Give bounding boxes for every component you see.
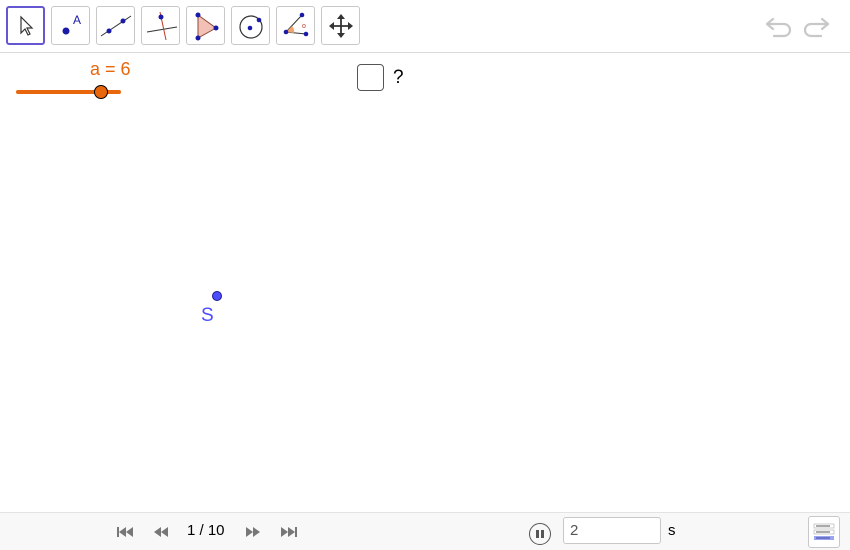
move-tool-button[interactable] — [6, 6, 45, 45]
last-page-button[interactable] — [279, 525, 299, 539]
polygon-tool-button[interactable] — [186, 6, 225, 45]
point-tool-button[interactable]: A — [51, 6, 90, 45]
circle-icon — [238, 14, 263, 39]
slider-knob[interactable] — [94, 85, 108, 99]
algebra-view-button[interactable] — [808, 516, 840, 548]
redo-icon — [803, 17, 830, 38]
time-unit-label: s — [668, 522, 676, 539]
graphics-view[interactable]: a = 6 ? S — [0, 53, 850, 512]
undo-icon — [765, 17, 792, 38]
point-s-label: S — [201, 305, 214, 326]
undo-button[interactable] — [763, 12, 795, 40]
next-page-icon — [246, 527, 260, 537]
next-page-button[interactable] — [243, 525, 263, 539]
previous-page-button[interactable] — [151, 525, 171, 539]
pause-icon — [536, 530, 544, 538]
toolbar: A o — [0, 0, 850, 53]
previous-page-icon — [154, 527, 168, 537]
playbar: 1 / 10 s — [0, 512, 850, 550]
redo-button[interactable] — [800, 12, 832, 40]
page-counter: 1 / 10 — [187, 522, 225, 539]
slider-label: a = 6 — [90, 59, 131, 79]
line-tool-button[interactable] — [96, 6, 135, 45]
point-icon: A — [62, 13, 81, 34]
circle-tool-button[interactable] — [231, 6, 270, 45]
perpendicular-line-icon — [146, 11, 177, 40]
geogebra-app: A o a = 6 ? S 1 / 10 2 s — [0, 0, 850, 550]
algebra-view-icon — [813, 523, 835, 540]
pause-button[interactable] — [529, 523, 551, 545]
last-page-icon — [281, 527, 297, 537]
angle-tool-button[interactable]: o — [276, 6, 315, 45]
polygon-icon — [195, 12, 218, 40]
line-icon — [100, 15, 131, 36]
move-graphics-view-tool-button[interactable] — [321, 6, 360, 45]
angle-icon: o — [283, 12, 308, 36]
svg-text:A: A — [73, 13, 81, 27]
point-s[interactable] — [212, 291, 222, 301]
perpendicular-line-tool-button[interactable] — [141, 6, 180, 45]
first-page-icon — [117, 527, 133, 537]
move-cross-icon — [328, 13, 353, 38]
checkbox-label: ? — [393, 67, 404, 88]
svg-text:o: o — [302, 23, 306, 30]
arrow-cursor-icon — [19, 15, 33, 36]
time-input[interactable] — [563, 517, 661, 544]
checkbox[interactable] — [357, 64, 384, 91]
first-page-button[interactable] — [115, 525, 135, 539]
